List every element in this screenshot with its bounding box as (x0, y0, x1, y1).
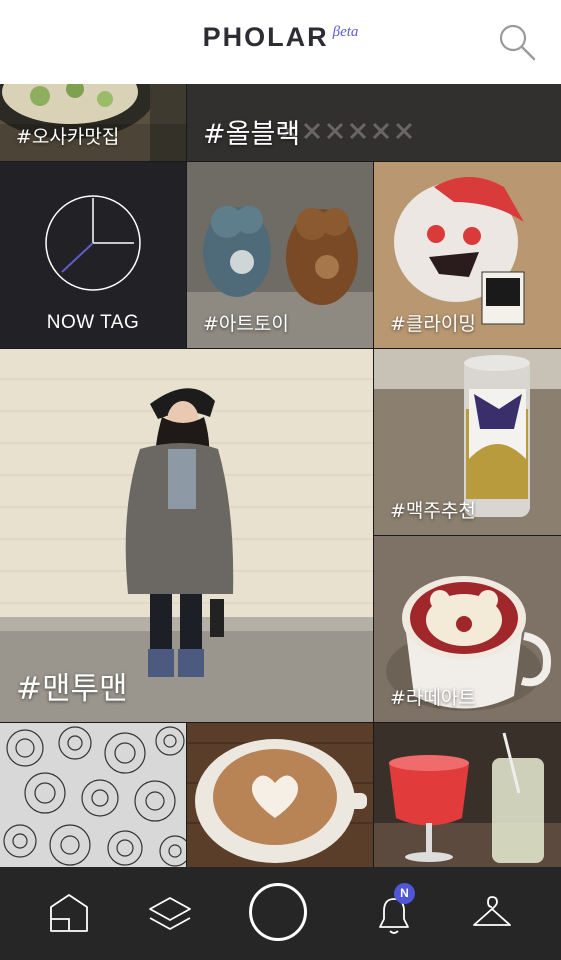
tag-label: #라떼아트 (390, 687, 476, 709)
tile-drinks[interactable] (374, 723, 561, 867)
top-header: PHOLAR βeta (0, 0, 561, 84)
hanger-icon[interactable] (464, 885, 520, 941)
tag-label: #올블랙 (203, 119, 301, 150)
tile-latte-art[interactable]: #라떼아트 (374, 536, 561, 722)
home-icon[interactable] (41, 885, 97, 941)
tile-coffee-heart[interactable] (187, 723, 373, 867)
tag-label: #맨투맨 (16, 671, 128, 707)
bottom-nav-bar (0, 867, 561, 960)
tag-label: #클라이밍 (390, 313, 476, 335)
tag-label: #맥주추천 (390, 500, 476, 522)
tile-coloring-pattern[interactable] (0, 723, 186, 867)
now-tag-tile[interactable]: NOW TAG (0, 162, 186, 348)
now-tag-label: NOW TAG (46, 312, 140, 333)
layers-icon[interactable] (142, 885, 198, 941)
tile-sweatshirt-featured[interactable]: #맨투맨 (0, 349, 373, 722)
tag-label: #아트토이 (203, 313, 289, 335)
tile-osaka-food[interactable]: #오사카맛집 (0, 84, 186, 161)
camera-button[interactable] (249, 883, 307, 941)
beta-label: βeta (332, 24, 359, 40)
tile-all-black[interactable]: #올블랙 (187, 84, 561, 161)
tile-beer[interactable]: #맥주추천 (374, 349, 561, 535)
tag-label: #오사카맛집 (16, 126, 120, 148)
tile-climbing[interactable]: #클라이밍 (374, 162, 561, 348)
tile-art-toy[interactable]: #아트토이 (187, 162, 373, 348)
notification-badge: N (394, 883, 415, 904)
app-logo: PHOLAR βeta (202, 22, 359, 52)
search-icon[interactable] (497, 22, 537, 62)
